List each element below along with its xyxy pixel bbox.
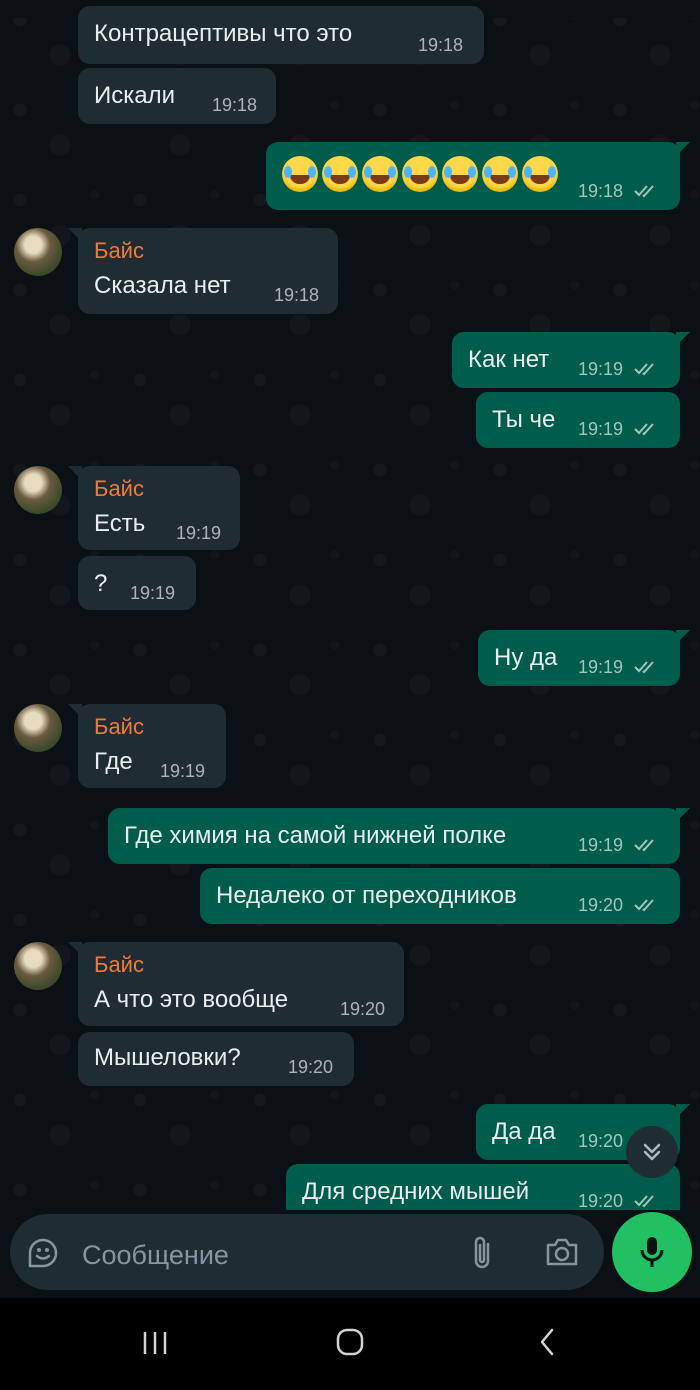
read-ticks-icon [634,363,654,376]
chat-area[interactable]: Контрацептивы что это 19:18 Искали 19:18… [0,0,700,1210]
message-time: 19:20 [578,1131,624,1151]
message-text: Мышеловки? [94,1044,241,1071]
read-ticks-icon [634,185,654,198]
avatar[interactable] [14,942,62,990]
sender-name[interactable]: Байс [94,954,144,976]
avatar[interactable] [14,704,62,752]
message-time: 19:18 [212,95,258,115]
rolling-on-floor-laughing-icon [522,156,558,192]
message-time: 19:19 [578,835,624,855]
message-input[interactable]: Сообщение [10,1214,604,1290]
scroll-to-bottom-button[interactable] [626,1126,678,1178]
message-text: Сказала нет [94,272,231,299]
message-time: 19:19 [176,523,222,543]
message-incoming[interactable]: Байс Где 19:19 [68,704,226,788]
sender-name[interactable]: Байс [94,240,144,262]
recents-icon[interactable] [140,1328,170,1358]
message-time: 19:19 [160,761,206,781]
attach-icon[interactable] [468,1234,498,1272]
system-nav-bar [0,1298,700,1390]
message-time: 19:19 [130,583,176,603]
avatar[interactable] [14,228,62,276]
message-text: Как нет [468,346,550,373]
back-icon[interactable] [534,1326,560,1358]
message-text: Контрацептивы что это [94,20,353,47]
sticker-icon[interactable] [26,1236,60,1270]
message-text: Недалеко от переходников [216,882,517,909]
avatar[interactable] [14,466,62,514]
message-outgoing[interactable]: Как нет 19:19 [452,332,690,388]
message-text: ? [94,570,108,597]
home-icon[interactable] [334,1326,366,1358]
rolling-on-floor-laughing-icon [402,156,438,192]
rolling-on-floor-laughing-icon [442,156,478,192]
read-ticks-icon [634,899,654,912]
rolling-on-floor-laughing-icon [282,156,318,192]
composer-bar: Сообщение [0,1210,700,1298]
message-time: 19:19 [578,419,624,439]
rolling-on-floor-laughing-icon [322,156,358,192]
sender-name[interactable]: Байс [94,478,144,500]
message-incoming[interactable]: ? 19:19 [78,556,196,610]
message-text: Где химия на самой нижней полке [124,822,507,849]
read-ticks-icon [634,423,654,436]
rolling-on-floor-laughing-icon [482,156,518,192]
message-outgoing[interactable]: Недалеко от переходников 19:20 [200,868,680,924]
sender-name[interactable]: Байс [94,716,144,738]
message-outgoing[interactable]: Где химия на самой нижней полке 19:19 [108,808,690,864]
message-text: А что это вообще [94,986,289,1013]
message-text: Где [94,748,133,775]
mic-button[interactable] [612,1212,692,1292]
message-outgoing[interactable]: Для средних мышей 19:20 [286,1164,680,1210]
message-time: 19:20 [578,895,624,915]
message-incoming[interactable]: Байс Есть 19:19 [68,466,240,550]
message-time: 19:20 [288,1057,334,1077]
message-text: Есть [94,510,146,537]
mic-icon [640,1237,664,1267]
message-time: 19:18 [274,285,320,305]
message-outgoing[interactable]: Ты че 19:19 [476,392,680,448]
message-incoming[interactable]: Контрацептивы что это 19:18 [78,6,484,64]
message-time: 19:18 [418,35,464,55]
message-time: 19:20 [340,999,386,1019]
message-incoming[interactable]: Байс Сказала нет 19:18 [68,228,338,314]
message-placeholder: Сообщение [82,1240,229,1270]
read-ticks-icon [634,661,654,674]
message-time: 19:19 [578,359,624,379]
message-text: Ты че [492,406,556,433]
read-ticks-icon [634,839,654,852]
message-text: Искали [94,82,176,109]
read-ticks-icon [634,1195,654,1208]
message-text: Да да [492,1118,556,1145]
message-incoming[interactable]: Мышеловки? 19:20 [78,1032,354,1086]
camera-icon[interactable] [544,1236,580,1268]
message-incoming[interactable]: Искали 19:18 [78,68,276,124]
emoji-row [282,156,562,192]
double-chevron-down-icon [643,1143,661,1161]
message-text: Ну да [494,644,558,671]
message-time: 19:19 [578,657,624,677]
message-text: Для средних мышей [302,1178,530,1205]
message-incoming[interactable]: Байс А что это вообще 19:20 [68,942,404,1026]
message-outgoing[interactable]: Ну да 19:19 [478,630,690,686]
message-time: 19:20 [578,1191,624,1210]
message-time: 19:18 [578,181,624,201]
message-outgoing-emoji[interactable]: 19:18 [266,142,690,210]
rolling-on-floor-laughing-icon [362,156,398,192]
